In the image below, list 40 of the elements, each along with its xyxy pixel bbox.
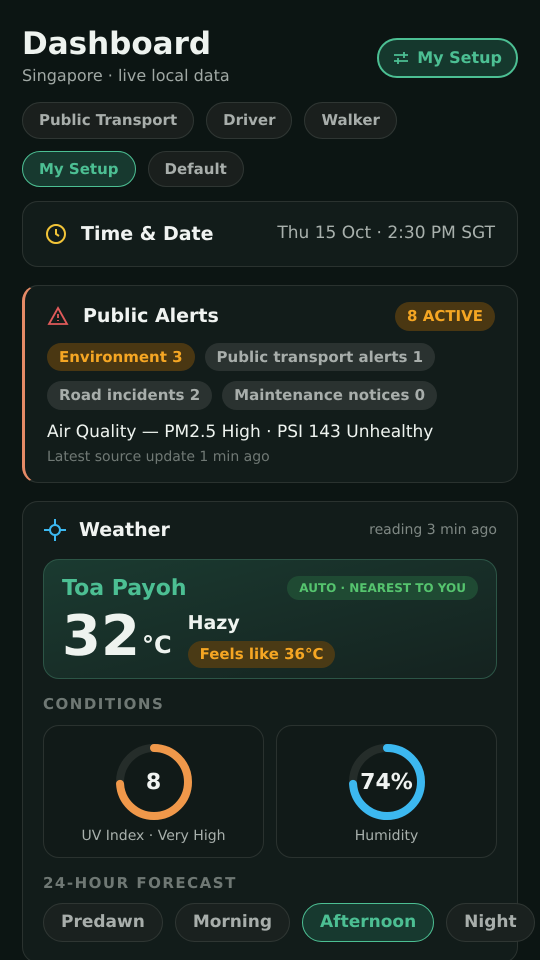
card-title: Time & Date — [81, 222, 214, 247]
profile-chip[interactable]: Public Transport — [22, 102, 194, 138]
weather-condition: Hazy — [188, 610, 240, 636]
active-badge: 8 ACTIVE — [395, 302, 495, 330]
page-title: Dashboard — [22, 26, 212, 62]
gauge-value: 74% — [359, 768, 414, 796]
location-name: Toa Payoh — [62, 574, 187, 602]
card-title: Public Alerts — [83, 304, 219, 329]
card-title: Weather — [79, 518, 170, 543]
alert-category-chip[interactable]: Public transport alerts 1 — [204, 342, 436, 371]
temperature-unit: °C — [142, 630, 172, 660]
forecast-tab[interactable]: Morning — [174, 902, 290, 942]
profile-chip[interactable]: Walker — [304, 102, 397, 138]
section-heading: 24-HOUR FORECAST — [43, 873, 238, 894]
gauge-label: UV Index · Very High — [82, 827, 226, 846]
gauge-value: 8 — [144, 768, 162, 796]
alert-category-chip[interactable]: Environment 3 — [47, 342, 195, 371]
forecast-tab[interactable]: Night — [446, 902, 535, 942]
forecast-tab[interactable]: Predawn — [43, 902, 163, 942]
alert-category-chip[interactable]: Maintenance notices 0 — [222, 381, 438, 410]
crosshair-icon — [43, 518, 67, 542]
profile-chip[interactable]: My Setup — [22, 150, 136, 187]
section-heading: CONDITIONS — [43, 694, 166, 714]
clock-icon — [45, 223, 67, 245]
sliders-icon — [393, 51, 410, 65]
setup-button[interactable]: My Setup — [377, 38, 518, 78]
alert-category-chip[interactable]: Road incidents 2 — [47, 381, 212, 410]
temperature: 32 — [62, 606, 140, 666]
reading-time: reading 3 min ago — [369, 520, 497, 540]
alert-timestamp: Latest source update 1 min ago — [47, 448, 271, 467]
feels-like-badge: Feels like 36°C — [188, 641, 336, 668]
date-time: Thu 15 Oct · 2:30 PM SGT — [277, 222, 495, 246]
auto-location-badge: AUTO · NEAREST TO YOU — [287, 576, 478, 600]
profile-chip[interactable]: Driver — [206, 102, 292, 138]
page-subtitle: Singapore · live local data — [22, 65, 230, 87]
alert-headline: Air Quality — PM2.5 High · PSI 143 Unhealthy — [47, 420, 434, 444]
gauge-label: Humidity — [354, 827, 418, 846]
forecast-tab[interactable]: Afternoon — [302, 902, 434, 942]
profile-chip[interactable]: Default — [148, 150, 244, 187]
warning-icon — [47, 306, 69, 326]
